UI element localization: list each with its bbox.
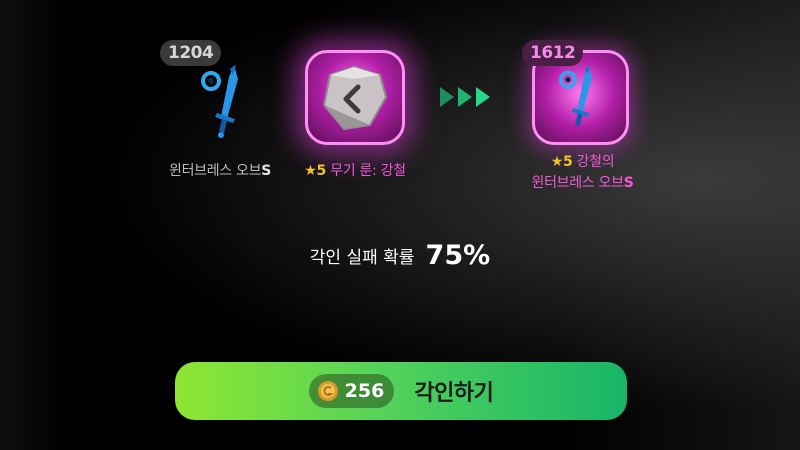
cost-value: 256 xyxy=(344,380,385,402)
ice-sword-icon xyxy=(201,65,238,138)
current-item-slot[interactable] xyxy=(175,55,275,155)
gold-coin-icon xyxy=(317,381,338,401)
engrave-button[interactable]: 256 각인하기 xyxy=(175,362,627,420)
result-item-name: ★5 강철의 윈터브레스 오브S xyxy=(510,152,655,194)
result-item-stars: ★5 xyxy=(550,154,573,170)
result-item-level-badge: 1612 xyxy=(522,40,584,66)
current-item-name: 윈터브레스 오브S xyxy=(150,160,290,180)
current-item-name-text: 윈터브레스 오브 xyxy=(168,163,262,179)
fail-chance: 각인 실패 확률 75% xyxy=(0,240,800,271)
ice-sword-icon xyxy=(559,65,593,126)
rune-name: ★5 무기 룬: 강철 xyxy=(285,160,425,180)
rune-stars: ★5 xyxy=(304,163,326,179)
rune-slot[interactable] xyxy=(305,50,405,145)
result-item-name-line2: 윈터브레스 오브 xyxy=(531,175,624,191)
fail-chance-label: 각인 실패 확률 xyxy=(309,248,415,268)
engrave-button-label: 각인하기 xyxy=(414,381,494,406)
result-item-tier: S xyxy=(623,175,634,191)
rune-name-text: 무기 룬: 강철 xyxy=(330,163,406,179)
result-item-name-line1: 강철의 xyxy=(576,154,615,170)
current-item-tier: S xyxy=(261,163,271,179)
steel-rune-icon xyxy=(322,65,388,131)
cost-pill: 256 xyxy=(308,374,395,408)
forward-arrows-icon xyxy=(440,87,490,107)
fail-chance-value: 75% xyxy=(425,240,491,271)
